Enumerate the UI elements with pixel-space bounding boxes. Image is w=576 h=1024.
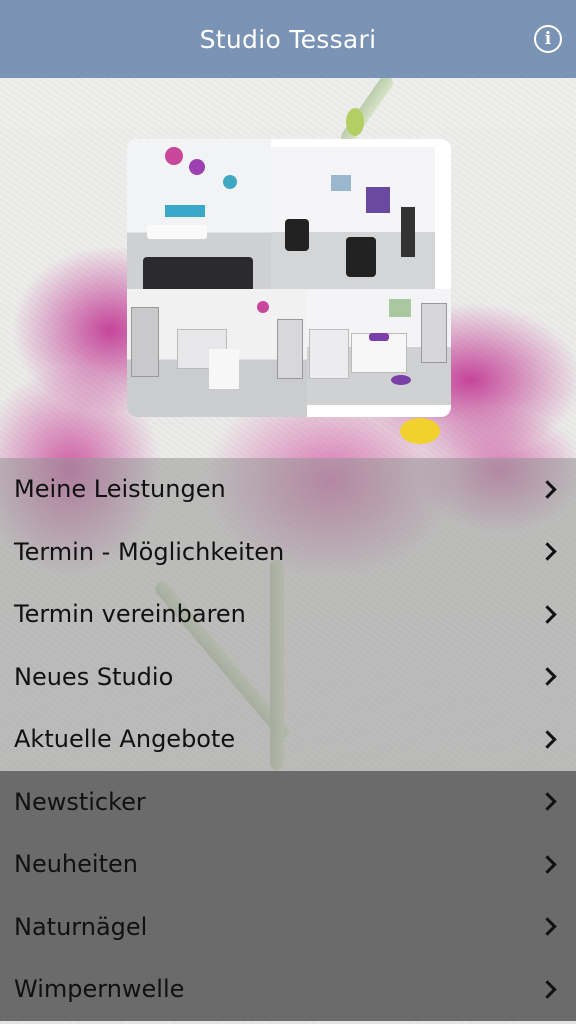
studio-photo-collage: [127, 139, 451, 417]
app-header: Studio Tessari i: [0, 0, 576, 78]
menu-item-termin-vereinbaren[interactable]: Termin vereinbaren: [0, 583, 576, 646]
menu-item-label: Meine Leistungen: [14, 475, 226, 504]
menu-item-naturnaegel[interactable]: Naturnägel: [0, 895, 576, 958]
info-icon[interactable]: i: [534, 25, 562, 53]
menu-item-neuheiten[interactable]: Neuheiten: [0, 833, 576, 896]
menu-item-label: Aktuelle Angebote: [14, 725, 236, 754]
menu-item-label: Newsticker: [14, 787, 146, 816]
orchid-stem: [338, 73, 396, 147]
collage-photo-treatment-room: [307, 289, 451, 405]
chevron-right-icon: [538, 667, 557, 686]
menu-item-newsticker[interactable]: Newsticker: [0, 770, 576, 833]
menu-item-label: Neuheiten: [14, 850, 138, 879]
chevron-right-icon: [538, 917, 557, 936]
chevron-right-icon: [538, 855, 557, 874]
menu-item-label: Naturnägel: [14, 912, 148, 941]
chevron-right-icon: [538, 542, 557, 561]
menu-item-label: Wimpernwelle: [14, 975, 185, 1004]
orchid-center: [400, 418, 440, 444]
app-title: Studio Tessari: [199, 24, 377, 54]
main-menu: Meine Leistungen Termin - Möglichkeiten …: [0, 458, 576, 1021]
collage-photo-salon-chairs: [271, 147, 435, 289]
menu-item-termin-moeglichkeiten[interactable]: Termin - Möglichkeiten: [0, 520, 576, 583]
chevron-right-icon: [538, 605, 557, 624]
menu-item-label: Termin - Möglichkeiten: [14, 537, 285, 566]
menu-item-aktuelle-angebote[interactable]: Aktuelle Angebote: [0, 708, 576, 771]
menu-item-label: Neues Studio: [14, 662, 174, 691]
collage-photo-nail-area: [127, 289, 307, 417]
chevron-right-icon: [538, 480, 557, 499]
menu-item-meine-leistungen[interactable]: Meine Leistungen: [0, 458, 576, 521]
orchid-bud: [346, 108, 364, 136]
chevron-right-icon: [538, 980, 557, 999]
collage-photo-wash-area: [127, 139, 271, 309]
chevron-right-icon: [538, 792, 557, 811]
menu-item-wimpernwelle[interactable]: Wimpernwelle: [0, 958, 576, 1021]
menu-item-neues-studio[interactable]: Neues Studio: [0, 645, 576, 708]
chevron-right-icon: [538, 730, 557, 749]
menu-item-label: Termin vereinbaren: [14, 600, 246, 629]
